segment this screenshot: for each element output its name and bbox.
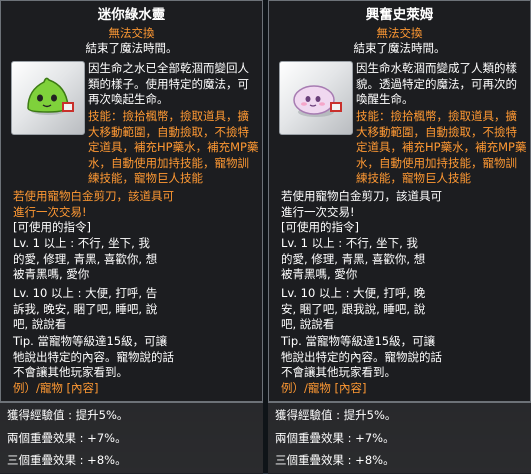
trade-warning: 若使用寵物白金剪刀，該道具可 進行一次交易! bbox=[13, 189, 174, 219]
three-stack-effect: 三個重疊效果 : +8%。 bbox=[7, 453, 127, 467]
commands-lv10: Lv. 10 以上 : 大便, 打呼, 晚 安, 睏了吧, 跟我說, 睡吧, 說… bbox=[281, 286, 426, 331]
item-tooltip-right: 興奮史萊姆 無法交換 結束了魔法時間。 因生命水乾涸而變成了人類的樣 貌。透過特… bbox=[268, 0, 531, 402]
commands-lv10: Lv. 10 以上 : 大便, 打呼, 告 訴我, 晚安, 睏了吧, 睡吧, 說… bbox=[13, 286, 158, 331]
item-description: 因生命水乾涸而變成了人類的樣 貌。透過特定的魔法，可再次的 喚醒生命。 bbox=[356, 61, 517, 106]
pet-command-example: 例）/寵物 [內容] bbox=[281, 381, 367, 395]
commands-heading: [可使用的指令] bbox=[13, 220, 91, 234]
set-effect-panel-left: 獲得經驗值 : 提升5%。 兩個重疊效果 : +7%。 三個重疊效果 : +8%… bbox=[0, 402, 263, 474]
pet-command-example: 例）/寵物 [內容] bbox=[13, 381, 99, 395]
item-name: 興奮史萊姆 bbox=[365, 7, 434, 23]
item-icon-frame bbox=[11, 61, 85, 135]
green-slime-pet-icon bbox=[27, 77, 74, 115]
two-stack-effect: 兩個重疊效果 : +7%。 bbox=[7, 431, 127, 445]
item-description: 因生命之水已全部乾涸而變回人 類的樣子。使用特定的魔法，可 再次喚起生命。 bbox=[88, 61, 249, 106]
pet-skills: 技能：撿拾楓幣，撿取道具，擴 大移動範圍，自動撿取，不撿特 定道具，補充HP藥水… bbox=[88, 109, 259, 185]
item-tooltip-left: 迷你綠水靈 無法交換 結束了魔法時間。 因生命之水已全部乾涸而變回人 類的樣子。… bbox=[0, 0, 263, 402]
two-stack-effect: 兩個重疊效果 : +7%。 bbox=[275, 431, 395, 445]
commands-lv1: Lv. 1 以上 : 不行, 坐下, 我 的愛, 修理, 青黑, 喜歡你, 想 … bbox=[13, 236, 158, 281]
exp-bonus: 獲得經驗值 : 提升5%。 bbox=[275, 408, 397, 422]
commands-heading: [可使用的指令] bbox=[281, 220, 359, 234]
item-name: 迷你綠水靈 bbox=[97, 7, 166, 23]
trade-restriction: 無法交換 bbox=[376, 26, 423, 40]
magic-time-status: 結束了魔法時間。 bbox=[353, 41, 446, 55]
pet-skills: 技能：撿拾楓幣，撿取道具，擴 大移動範圍，自動撿取，不撿特 定道具，補充HP藥水… bbox=[356, 109, 527, 185]
item-icon-frame bbox=[279, 61, 353, 135]
pink-slime-pet-icon bbox=[293, 85, 342, 117]
commands-lv1: Lv. 1 以上 : 不行, 坐下, 我 的愛, 修理, 青黑, 喜歡你, 想 … bbox=[281, 236, 426, 281]
exp-bonus: 獲得經驗值 : 提升5%。 bbox=[7, 408, 129, 422]
pet-talk-tip: Tip. 當寵物等級達15級，可讓 牠說出特定的內容。寵物說的話 不會讓其他玩家… bbox=[281, 334, 442, 379]
trade-restriction: 無法交換 bbox=[108, 26, 155, 40]
pet-talk-tip: Tip. 當寵物等級達15級，可讓 牠說出特定的內容。寵物說的話 不會讓其他玩家… bbox=[13, 334, 174, 379]
set-effect-panel-right: 獲得經驗值 : 提升5%。 兩個重疊效果 : +7%。 三個重疊效果 : +8%… bbox=[268, 402, 531, 474]
trade-warning: 若使用寵物白金剪刀，該道具可 進行一次交易! bbox=[281, 189, 442, 219]
magic-time-status: 結束了魔法時間。 bbox=[85, 41, 178, 55]
three-stack-effect: 三個重疊效果 : +8%。 bbox=[275, 453, 395, 467]
